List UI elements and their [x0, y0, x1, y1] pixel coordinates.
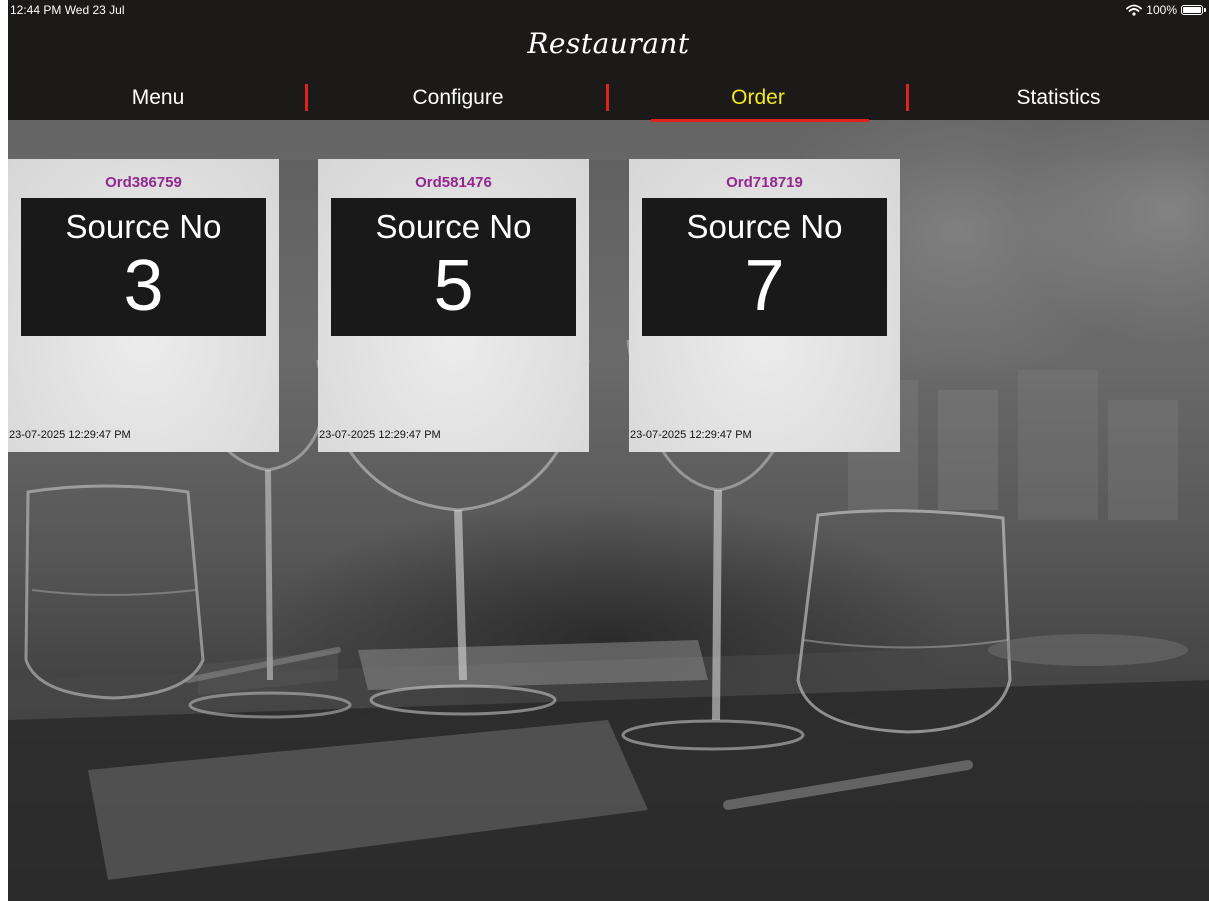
- page-title: Restaurant: [527, 27, 690, 60]
- source-number: 5: [433, 246, 474, 326]
- battery-level: [1183, 7, 1201, 13]
- wifi-icon: [1126, 4, 1143, 16]
- status-time: 12:44 PM Wed 23 Jul: [10, 3, 125, 17]
- order-card[interactable]: Ord718719 Source No 7 23-07-2025 12:29:4…: [629, 159, 900, 452]
- source-panel: Source No 5: [331, 198, 576, 336]
- order-card[interactable]: Ord581476 Source No 5 23-07-2025 12:29:4…: [318, 159, 589, 452]
- order-timestamp: 23-07-2025 12:29:47 PM: [319, 429, 441, 441]
- order-id: Ord386759: [105, 174, 182, 191]
- order-timestamp: 23-07-2025 12:29:47 PM: [9, 429, 131, 441]
- status-indicators: 100%: [1126, 3, 1206, 17]
- source-panel: Source No 3: [21, 198, 266, 336]
- tab-menu[interactable]: Menu: [8, 76, 308, 120]
- source-label: Source No: [686, 208, 843, 245]
- app-header: 12:44 PM Wed 23 Jul 100% Restaurant Menu…: [8, 0, 1209, 122]
- source-panel: Source No 7: [642, 198, 887, 336]
- tab-bar: Menu Configure Order Statistics: [8, 76, 1209, 122]
- order-timestamp: 23-07-2025 12:29:47 PM: [630, 429, 752, 441]
- tab-statistics[interactable]: Statistics: [908, 76, 1209, 120]
- app-screen: 12:44 PM Wed 23 Jul 100% Restaurant Menu…: [8, 0, 1209, 901]
- source-number: 3: [123, 246, 164, 326]
- order-id: Ord718719: [726, 174, 803, 191]
- order-card[interactable]: Ord386759 Source No 3 23-07-2025 12:29:4…: [8, 159, 279, 452]
- active-tab-indicator: [651, 119, 869, 122]
- tab-configure[interactable]: Configure: [308, 76, 608, 120]
- source-label: Source No: [375, 208, 532, 245]
- source-number: 7: [744, 246, 785, 326]
- order-id: Ord581476: [415, 174, 492, 191]
- status-bar: 12:44 PM Wed 23 Jul 100%: [8, 0, 1209, 22]
- battery-icon: [1181, 5, 1206, 15]
- source-label: Source No: [65, 208, 222, 245]
- battery-percentage: 100%: [1146, 3, 1177, 17]
- tab-order[interactable]: Order: [608, 76, 908, 120]
